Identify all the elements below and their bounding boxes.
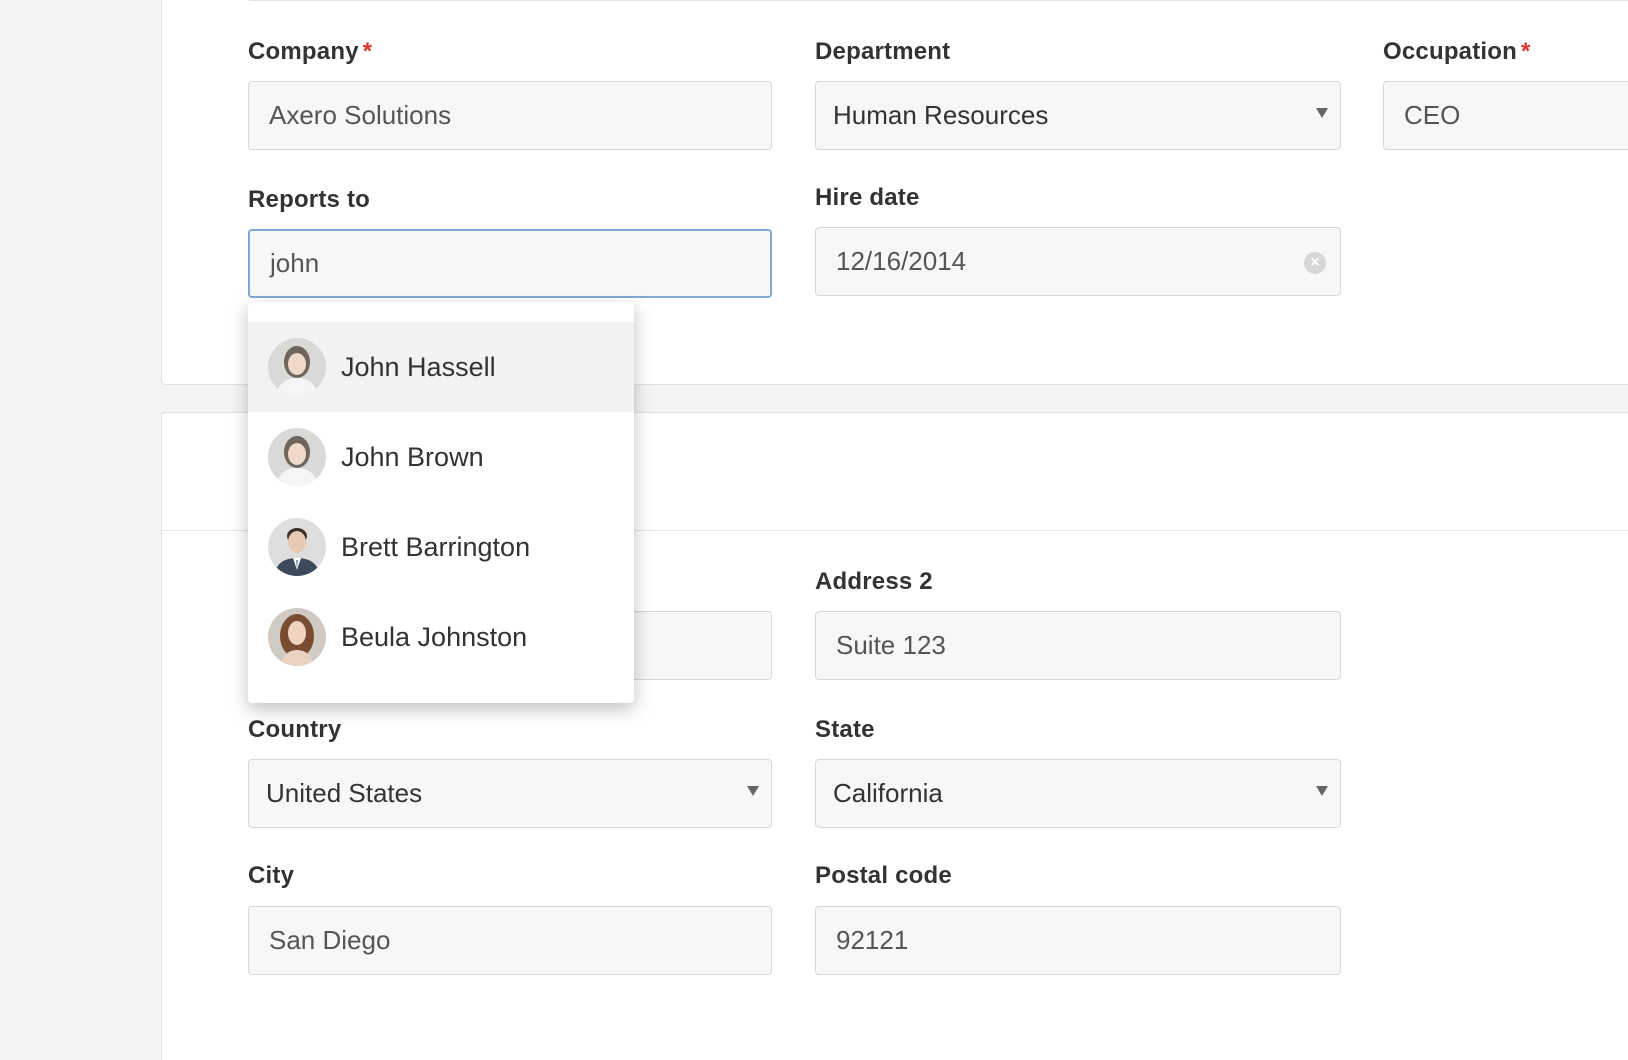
hire-date-field[interactable]: 12/16/2014 ×	[815, 227, 1341, 296]
required-marker: *	[1521, 38, 1531, 65]
reports-to-dropdown: John Hassell John Brown Brett Barrington…	[248, 302, 634, 703]
department-select[interactable]: Human Resources	[815, 81, 1341, 150]
hire-date-label: Hire date	[815, 184, 920, 211]
city-value: San Diego	[269, 925, 391, 955]
postal-code-value: 92121	[836, 925, 909, 955]
reports-to-value: john	[270, 248, 320, 278]
state-value: California	[833, 778, 943, 808]
hire-date-value: 12/16/2014	[836, 246, 967, 276]
woman-avatar-icon	[268, 428, 326, 486]
dropdown-item-name: Brett Barrington	[341, 531, 531, 562]
company-value: Axero Solutions	[269, 100, 452, 130]
dropdown-item-name: Beula Johnston	[341, 621, 528, 652]
occupation-field[interactable]: CEO	[1383, 81, 1628, 150]
postal-code-label: Postal code	[815, 862, 952, 889]
top-divider	[249, 0, 1628, 1]
dropdown-item[interactable]: Beula Johnston	[248, 592, 634, 682]
woman-avatar-icon	[268, 608, 326, 666]
chevron-down-icon	[1316, 108, 1328, 118]
reports-to-input[interactable]: john	[248, 229, 772, 298]
chevron-down-icon	[1316, 786, 1328, 796]
woman-avatar-icon	[268, 338, 326, 396]
reports-to-label: Reports to	[248, 186, 370, 213]
state-select[interactable]: California	[815, 759, 1341, 828]
department-label: Department	[815, 38, 951, 65]
city-field[interactable]: San Diego	[248, 906, 772, 975]
required-marker: *	[362, 38, 373, 65]
address2-field[interactable]: Suite 123	[815, 611, 1341, 680]
occupation-label: Occupation *	[1383, 38, 1531, 65]
dropdown-item-name: John Hassell	[341, 351, 496, 382]
country-value: United States	[266, 778, 423, 808]
state-label: State	[815, 716, 875, 743]
department-value: Human Resources	[833, 100, 1049, 130]
address2-label: Address 2	[815, 568, 933, 595]
clear-icon[interactable]: ×	[1304, 252, 1326, 274]
address2-value: Suite 123	[836, 630, 946, 660]
man-avatar-icon	[268, 518, 326, 576]
dropdown-item-name: John Brown	[341, 441, 484, 472]
dropdown-item[interactable]: John Hassell	[248, 322, 634, 412]
company-label: Company *	[248, 38, 373, 65]
company-field[interactable]: Axero Solutions	[248, 81, 772, 150]
dropdown-item[interactable]: Brett Barrington	[248, 502, 634, 592]
postal-code-field[interactable]: 92121	[815, 906, 1341, 975]
country-select[interactable]: United States	[248, 759, 772, 828]
country-label: Country	[248, 716, 342, 743]
dropdown-item[interactable]: John Brown	[248, 412, 634, 502]
occupation-value: CEO	[1404, 100, 1461, 130]
city-label: City	[248, 862, 295, 889]
chevron-down-icon	[747, 786, 759, 796]
